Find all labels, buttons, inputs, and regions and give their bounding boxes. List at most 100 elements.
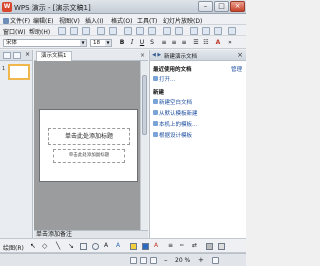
arrow-style-icon[interactable]: ⇄ [192, 242, 199, 249]
new-from-default-link[interactable]: 从默认模板新建 [159, 109, 198, 117]
menu-edit[interactable]: 编辑(E) [33, 16, 53, 25]
textbox-icon[interactable]: A [104, 242, 111, 249]
number-list-button[interactable]: ☷ [202, 39, 210, 47]
vertical-scrollbar[interactable] [140, 61, 148, 230]
help-button[interactable] [228, 27, 236, 35]
zoom-out-icon[interactable]: – [164, 256, 171, 264]
normal-view-icon[interactable] [130, 257, 137, 264]
template-icon [153, 121, 158, 126]
close-button[interactable]: × [230, 1, 245, 12]
bullet-list-button[interactable]: ☰ [192, 39, 200, 47]
font-size-select[interactable]: 18 ▼ [90, 39, 112, 47]
new-doc-icon [58, 27, 66, 35]
ellipse-icon[interactable] [92, 243, 99, 250]
slide-canvas[interactable]: 单击此处添加标题 单击此处添加副标题 [39, 109, 138, 182]
title-bar: W WPS 演示 - [演示文稿1] – □ × [0, 0, 246, 14]
maximize-button[interactable]: □ [214, 1, 229, 12]
menu-tools[interactable]: 工具(T) [137, 16, 157, 25]
close-taskpane-icon[interactable]: × [237, 51, 243, 59]
menu-slideshow[interactable]: 幻灯片放映(D) [163, 16, 202, 25]
font-name-select[interactable]: 宋体 ▼ [3, 39, 87, 47]
wordart-icon[interactable]: A [116, 242, 123, 249]
underline-button[interactable]: U [138, 39, 146, 47]
image-button[interactable] [214, 27, 222, 35]
copy-icon [136, 27, 144, 35]
align-left-button[interactable]: ≡ [160, 39, 168, 47]
new-doc-button[interactable] [58, 27, 66, 35]
select-arrow-icon[interactable]: ↖ [30, 242, 37, 250]
line-style-icon[interactable]: ≡ [168, 242, 175, 249]
3d-icon[interactable] [218, 243, 225, 250]
task-pane-header: ◀ ▶ 新建演示文档 × [150, 50, 246, 61]
standard-toolbar: 窗口(W) 帮助(H) [0, 25, 246, 36]
shadow-button[interactable]: S [148, 39, 156, 47]
help-icon [228, 27, 236, 35]
recent-docs-heading: 最近使用的文档 [153, 67, 192, 73]
more-options-button[interactable]: » [226, 39, 234, 47]
tab-slides[interactable] [3, 52, 11, 59]
subtitle-placeholder[interactable]: 单击此处添加副标题 [53, 149, 125, 163]
chevron-down-icon: ▼ [80, 40, 86, 46]
notes-pane[interactable]: 单击添加备注 [34, 230, 148, 238]
minimize-button[interactable]: – [198, 1, 213, 12]
paste-button[interactable] [148, 27, 156, 35]
menu-help[interactable]: 帮助(H) [29, 27, 50, 36]
back-forward-icon[interactable]: ◀ ▶ [152, 52, 161, 58]
tab-outline[interactable] [13, 52, 21, 59]
menu-format[interactable]: 格式(O) [111, 16, 132, 25]
menu-file[interactable]: 文件(F) [3, 16, 30, 25]
title-placeholder[interactable]: 单击此处添加标题 [48, 128, 130, 145]
new-heading: 新建 [153, 90, 165, 96]
print-button[interactable] [97, 27, 105, 35]
fit-window-icon[interactable] [212, 257, 219, 264]
undo-button[interactable] [163, 27, 171, 35]
task-pane: ◀ ▶ 新建演示文档 × 最近使用的文档 管理 打开... 新建 新建空白文档 … [149, 50, 246, 238]
line-color-icon[interactable] [142, 243, 149, 250]
local-template-link[interactable]: 本机上的模板... [159, 120, 197, 128]
menu-view[interactable]: 视图(V) [59, 16, 80, 25]
open-button[interactable] [70, 27, 78, 35]
slide-editor: 演示文稿1 × 单击此处添加标题 单击此处添加副标题 [34, 50, 148, 230]
rectangle-icon[interactable] [80, 243, 87, 250]
pane-tabs: × [0, 50, 32, 61]
redo-button[interactable] [175, 27, 183, 35]
chart-icon [202, 27, 210, 35]
align-center-button[interactable]: ≡ [170, 39, 178, 47]
close-pane-icon[interactable]: × [25, 51, 30, 58]
shadow-icon[interactable] [206, 243, 213, 250]
new-blank-link[interactable]: 新建空白文档 [159, 98, 192, 106]
scissors-icon [124, 27, 132, 35]
sorter-view-icon[interactable] [140, 257, 147, 264]
design-template-link[interactable]: 根据设计模板 [159, 131, 192, 139]
menu-insert[interactable]: 插入(I) [85, 16, 103, 25]
italic-button[interactable]: I [128, 39, 136, 47]
bold-button[interactable]: B [118, 39, 126, 47]
document-tab[interactable]: 演示文稿1 [36, 51, 72, 61]
align-right-button[interactable]: ≡ [180, 39, 188, 47]
font-color-button[interactable]: A [214, 39, 222, 47]
font-color-icon[interactable]: A [154, 242, 161, 249]
manage-link[interactable]: 管理 [231, 65, 242, 73]
fill-color-icon[interactable] [130, 243, 137, 250]
table-button[interactable] [190, 27, 198, 35]
save-button[interactable] [82, 27, 90, 35]
preview-icon [109, 27, 117, 35]
autoshapes-icon[interactable]: ◇ [42, 242, 49, 250]
font-size-value: 18 [93, 40, 100, 46]
cut-button[interactable] [124, 27, 132, 35]
chart-button[interactable] [202, 27, 210, 35]
menu-window[interactable]: 窗口(W) [3, 27, 26, 36]
close-doc-icon[interactable]: × [140, 52, 145, 59]
copy-button[interactable] [136, 27, 144, 35]
menu-bar: 文件(F) 编辑(E) 视图(V) 插入(I) 格式(O) 工具(T) 幻灯片放… [0, 14, 246, 25]
open-link[interactable]: 打开... [159, 75, 175, 83]
drawing-menu[interactable]: 绘图(R) [3, 243, 24, 252]
preview-button[interactable] [109, 27, 117, 35]
line-icon[interactable]: ╲ [56, 242, 63, 250]
scroll-thumb[interactable] [142, 75, 147, 135]
slideshow-view-icon[interactable] [150, 257, 157, 264]
arrow-icon[interactable]: ↘ [68, 242, 75, 250]
dash-style-icon[interactable]: ┅ [180, 242, 187, 249]
zoom-in-icon[interactable]: + [198, 256, 205, 264]
slide-thumbnail[interactable] [8, 64, 30, 80]
